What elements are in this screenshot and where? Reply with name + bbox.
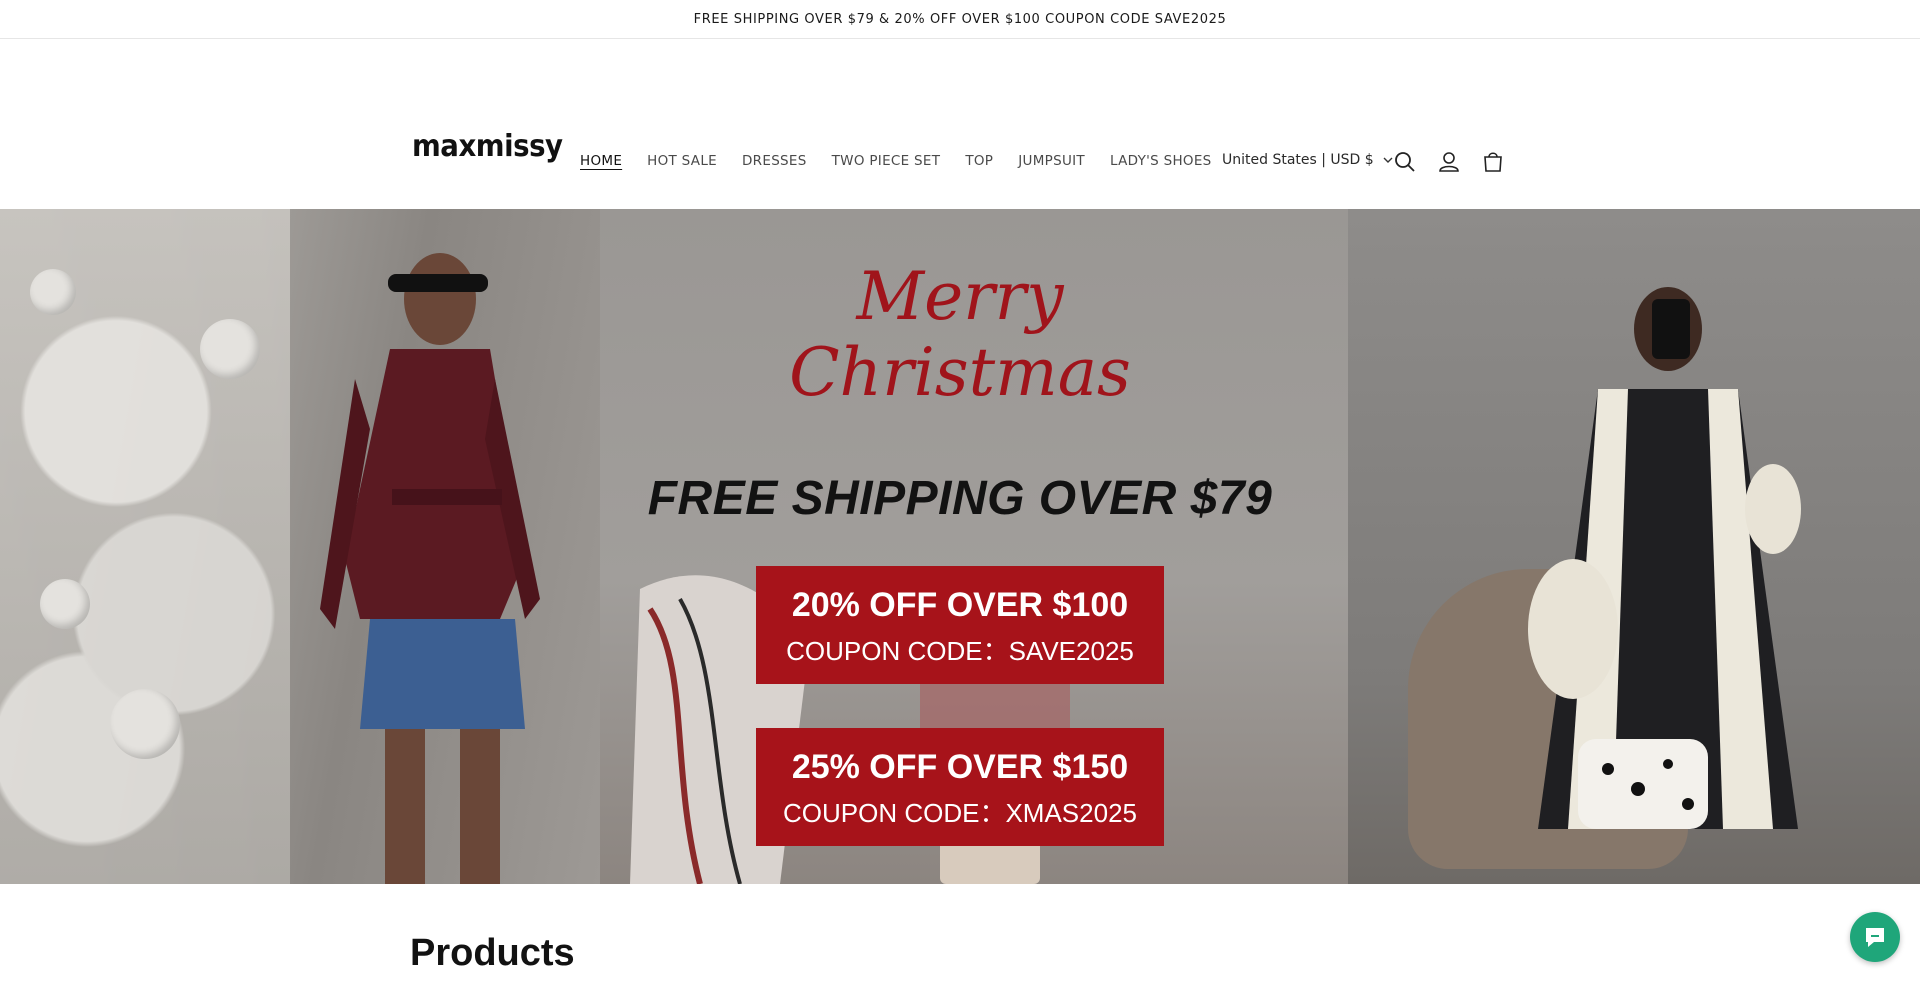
- ornament-icon: [200, 319, 260, 379]
- coupon-banner-1: 20% OFF OVER $100 COUPON CODE：SAVE2025: [756, 566, 1164, 684]
- nav-item-home[interactable]: HOME: [580, 153, 622, 169]
- chat-button[interactable]: [1850, 912, 1900, 962]
- coupon-2-code: COUPON CODE：XMAS2025: [783, 798, 1137, 828]
- account-icon[interactable]: [1436, 149, 1462, 175]
- nav-item-hot-sale[interactable]: HOT SALE: [647, 153, 717, 169]
- coupon-banner-2: 25% OFF OVER $150 COUPON CODE：XMAS2025: [756, 728, 1164, 846]
- cart-icon[interactable]: [1480, 149, 1506, 175]
- nav-item-top[interactable]: TOP: [965, 153, 993, 169]
- model-shearling-coat-figure: [1528, 287, 1801, 829]
- ornament-icon: [40, 579, 90, 629]
- hero-right-photo: [1348, 209, 1920, 884]
- hero-left-photo: [0, 209, 600, 884]
- chat-bubble-icon: [1866, 928, 1884, 947]
- country-currency-selector[interactable]: United States | USD $: [1222, 152, 1394, 168]
- hero-banner[interactable]: Merry Christmas FREE SHIPPING OVER $79 2…: [0, 209, 1920, 884]
- coupon-1-headline: 20% OFF OVER $100: [791, 586, 1129, 624]
- nav-item-dresses[interactable]: DRESSES: [742, 153, 807, 169]
- coupon-1-code: COUPON CODE：SAVE2025: [786, 636, 1134, 666]
- products-section-title: Products: [410, 932, 575, 974]
- nav-item-two-piece-set[interactable]: TWO PIECE SET: [832, 153, 941, 169]
- merry-christmas-heading: Merry Christmas: [740, 259, 1180, 411]
- coupon-2-headline: 25% OFF OVER $150: [791, 748, 1129, 786]
- christmas-text: Christmas: [789, 334, 1131, 411]
- ornament-icon: [110, 689, 180, 759]
- main-nav: HOME HOT SALE DRESSES TWO PIECE SET TOP …: [580, 153, 1237, 169]
- announcement-text: FREE SHIPPING OVER $79 & 20% OFF OVER $1…: [693, 11, 1227, 27]
- free-shipping-headline: FREE SHIPPING OVER $79: [647, 472, 1273, 525]
- merry-text: Merry: [856, 258, 1064, 335]
- nav-item-ladys-shoes[interactable]: LADY'S SHOES: [1110, 153, 1212, 169]
- search-icon[interactable]: [1392, 149, 1418, 175]
- site-logo[interactable]: maxmissy: [412, 129, 563, 164]
- announcement-bar: FREE SHIPPING OVER $79 & 20% OFF OVER $1…: [0, 0, 1920, 39]
- country-currency-label: United States | USD $: [1222, 152, 1374, 168]
- site-header: maxmissy HOME HOT SALE DRESSES TWO PIECE…: [0, 39, 1920, 209]
- model-leather-jacket-figure: [320, 253, 540, 884]
- nav-item-jumpsuit[interactable]: JUMPSUIT: [1018, 153, 1085, 169]
- ornament-icon: [30, 269, 76, 315]
